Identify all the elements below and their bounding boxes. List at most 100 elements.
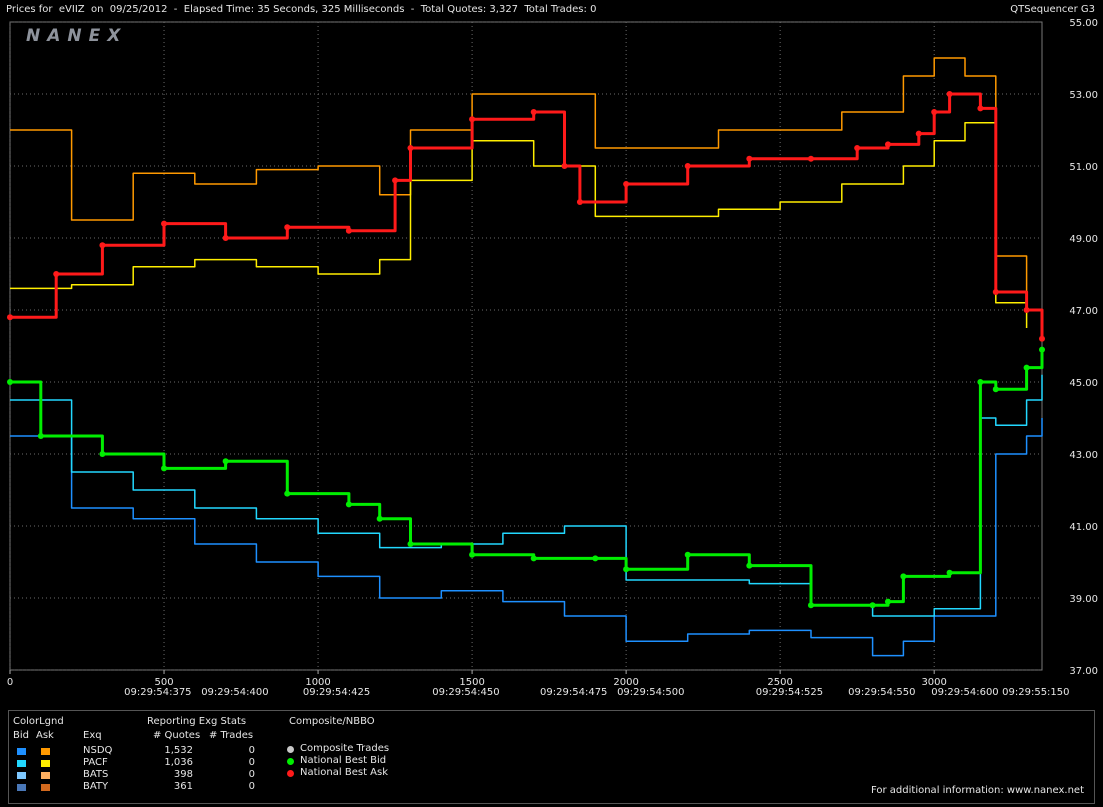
time-label: 09:29:54:600 (931, 687, 998, 698)
footer-info: For additional information: www.nanex.ne… (871, 785, 1084, 796)
nanex-watermark: NANEX (26, 26, 128, 46)
time-label: 09:29:54:400 (201, 687, 268, 698)
stats-title: Reporting Exg Stats (147, 716, 247, 727)
time-label: 09:29:54:450 (432, 687, 499, 698)
series-point (807, 155, 814, 162)
y-tick-label: 37.00 (1069, 666, 1098, 677)
series-point (530, 555, 537, 562)
series-point (576, 199, 583, 205)
time-label: 09:29:54:500 (617, 687, 684, 698)
y-tick-label: 47.00 (1069, 306, 1098, 317)
series-point (977, 379, 984, 385)
y-tick-label: 45.00 (1069, 378, 1098, 389)
series-point (992, 386, 999, 393)
time-label: 09:29:54:475 (540, 687, 607, 698)
time-label: 09:29:55:150 (1002, 687, 1069, 698)
quote-count: 1,036 (164, 757, 193, 768)
series-point (884, 598, 891, 605)
bid-swatch (17, 784, 26, 791)
series-point (992, 289, 999, 295)
exchange-name: PACF (83, 757, 108, 768)
app-name: QTSequencer G3 (1010, 4, 1095, 15)
ask-swatch (41, 760, 50, 767)
series-point (345, 501, 352, 508)
series-point (222, 235, 229, 241)
series-point (7, 314, 13, 321)
series-point (469, 116, 476, 123)
series-point (376, 515, 383, 522)
quote-count: 398 (173, 769, 193, 780)
x-tick-label: 0 (7, 677, 13, 688)
composite-title: Composite/NBBO (289, 716, 375, 727)
series-point (530, 109, 537, 115)
time-label: 09:29:54:525 (756, 687, 823, 698)
series-point (746, 562, 753, 569)
series-point (869, 602, 876, 609)
quotes-header: # Quotes (153, 730, 201, 741)
series-point (746, 155, 753, 162)
series-point (977, 105, 984, 112)
ask-header: Ask (36, 730, 54, 741)
series-point (931, 109, 938, 115)
series-point (884, 141, 891, 148)
series-point (623, 181, 630, 187)
bid-header: Bid (13, 730, 29, 741)
series-point (161, 465, 168, 472)
ask-swatch (41, 772, 50, 779)
price-chart: 55.0053.0051.0049.0047.0045.0043.0041.00… (7, 18, 1098, 698)
composite-label: Composite Trades (300, 743, 390, 754)
trade-count: 0 (248, 757, 255, 768)
series-point (469, 551, 476, 558)
series-point (684, 551, 691, 558)
series-point (161, 220, 168, 227)
series-point (99, 242, 106, 249)
colorlegend-title: ColorLgnd (13, 716, 64, 727)
series-point (1039, 335, 1045, 342)
y-tick-label: 43.00 (1069, 450, 1098, 461)
exchange-name: BATY (83, 781, 109, 792)
trade-count: 0 (248, 769, 255, 780)
exchange-name: NSDQ (83, 745, 113, 756)
series-point (623, 566, 630, 573)
series-point (915, 130, 922, 137)
series-point (392, 177, 399, 184)
window-title: Prices for eVIIZ on 09/25/2012 - Elapsed… (6, 4, 597, 15)
series-point (99, 451, 106, 457)
ask-swatch (41, 784, 50, 791)
ask-swatch (41, 748, 50, 755)
y-tick-label: 53.00 (1069, 90, 1098, 101)
y-tick-label: 49.00 (1069, 234, 1098, 245)
composite-label: National Best Bid (300, 755, 387, 766)
bid-swatch (17, 772, 26, 779)
series-point (1023, 307, 1030, 313)
series-point (222, 458, 229, 465)
series-point (407, 145, 414, 151)
best-ask-dot-icon (287, 770, 294, 777)
series-point (284, 490, 291, 497)
series-point (946, 569, 953, 576)
series-point (854, 145, 861, 151)
bid-swatch (17, 748, 26, 755)
time-label: 09:29:54:550 (848, 687, 915, 698)
series-point (807, 602, 814, 609)
series-point (561, 163, 568, 169)
series-point (900, 573, 907, 580)
series-point (684, 163, 691, 169)
title-bar: Prices for eVIIZ on 09/25/2012 - Elapsed… (0, 0, 1103, 20)
series-point (37, 433, 44, 439)
quote-count: 1,532 (164, 745, 193, 756)
composite-trades-dot-icon (287, 746, 294, 753)
quote-count: 361 (173, 781, 193, 792)
trades-header: # Trades (209, 730, 254, 741)
series-point (592, 555, 599, 562)
time-label: 09:29:54:425 (303, 687, 370, 698)
series-point (7, 379, 13, 385)
composite-label: National Best Ask (300, 767, 389, 778)
series-point (53, 271, 60, 277)
bid-swatch (17, 760, 26, 767)
legend-panel: ColorLgnd Bid Ask Reporting Exg Stats Ex… (8, 710, 1095, 804)
series-point (946, 91, 953, 97)
y-tick-label: 39.00 (1069, 594, 1098, 605)
y-tick-label: 51.00 (1069, 162, 1098, 173)
y-tick-label: 41.00 (1069, 522, 1098, 533)
